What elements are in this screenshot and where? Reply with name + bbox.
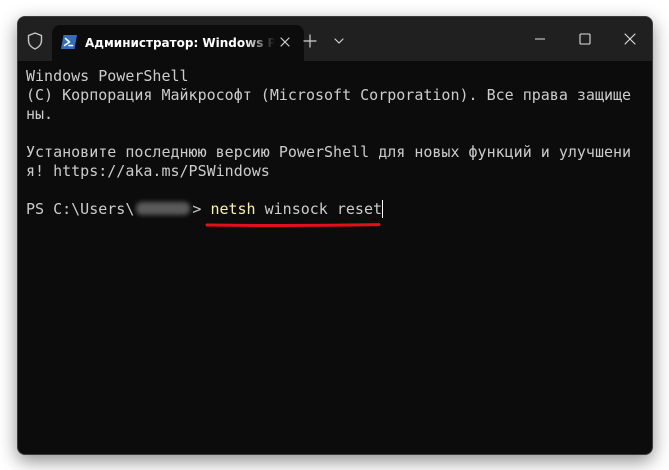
- output-line: Windows PowerShell: [26, 67, 189, 85]
- minimize-button[interactable]: [518, 25, 562, 53]
- title-bar: Администратор: Windows PowerShell: [18, 17, 652, 61]
- annotation-underline: [205, 223, 381, 228]
- powershell-icon: [60, 34, 78, 50]
- tab-close-icon[interactable]: [276, 33, 294, 51]
- blurred-username: [136, 202, 191, 215]
- maximize-icon: [579, 33, 591, 45]
- close-button[interactable]: [608, 25, 652, 53]
- tab-powershell[interactable]: Администратор: Windows PowerShell: [52, 25, 304, 61]
- output-line: (C) Корпорация Майкрософт (Microsoft Cor…: [26, 86, 632, 104]
- close-icon: [624, 33, 636, 45]
- prompt-prefix: PS C:\Users\: [26, 200, 135, 218]
- output-line: Установите последнюю версию PowerShell д…: [26, 143, 632, 161]
- tab-title: Администратор: Windows PowerShell: [85, 36, 275, 50]
- prompt-line[interactable]: PS C:\Users\ > netsh winsock reset: [26, 200, 384, 219]
- new-tab-plus-icon[interactable]: [301, 32, 319, 50]
- text-cursor: [382, 200, 384, 218]
- minimize-icon: [535, 38, 545, 40]
- output-line: ны.: [26, 105, 54, 123]
- terminal-content[interactable]: Windows PowerShell (C) Корпорация Майкро…: [18, 61, 652, 454]
- chevron-down-icon[interactable]: [331, 33, 347, 49]
- shield-icon: [27, 32, 43, 50]
- prompt-suffix: >: [192, 200, 202, 218]
- terminal-window: Администратор: Windows PowerShell: [17, 16, 653, 455]
- maximize-button[interactable]: [563, 25, 607, 53]
- command-keyword: netsh: [210, 200, 256, 218]
- output-line: я! https://aka.ms/PSWindows: [26, 162, 270, 180]
- command-args: winsock reset: [264, 200, 383, 218]
